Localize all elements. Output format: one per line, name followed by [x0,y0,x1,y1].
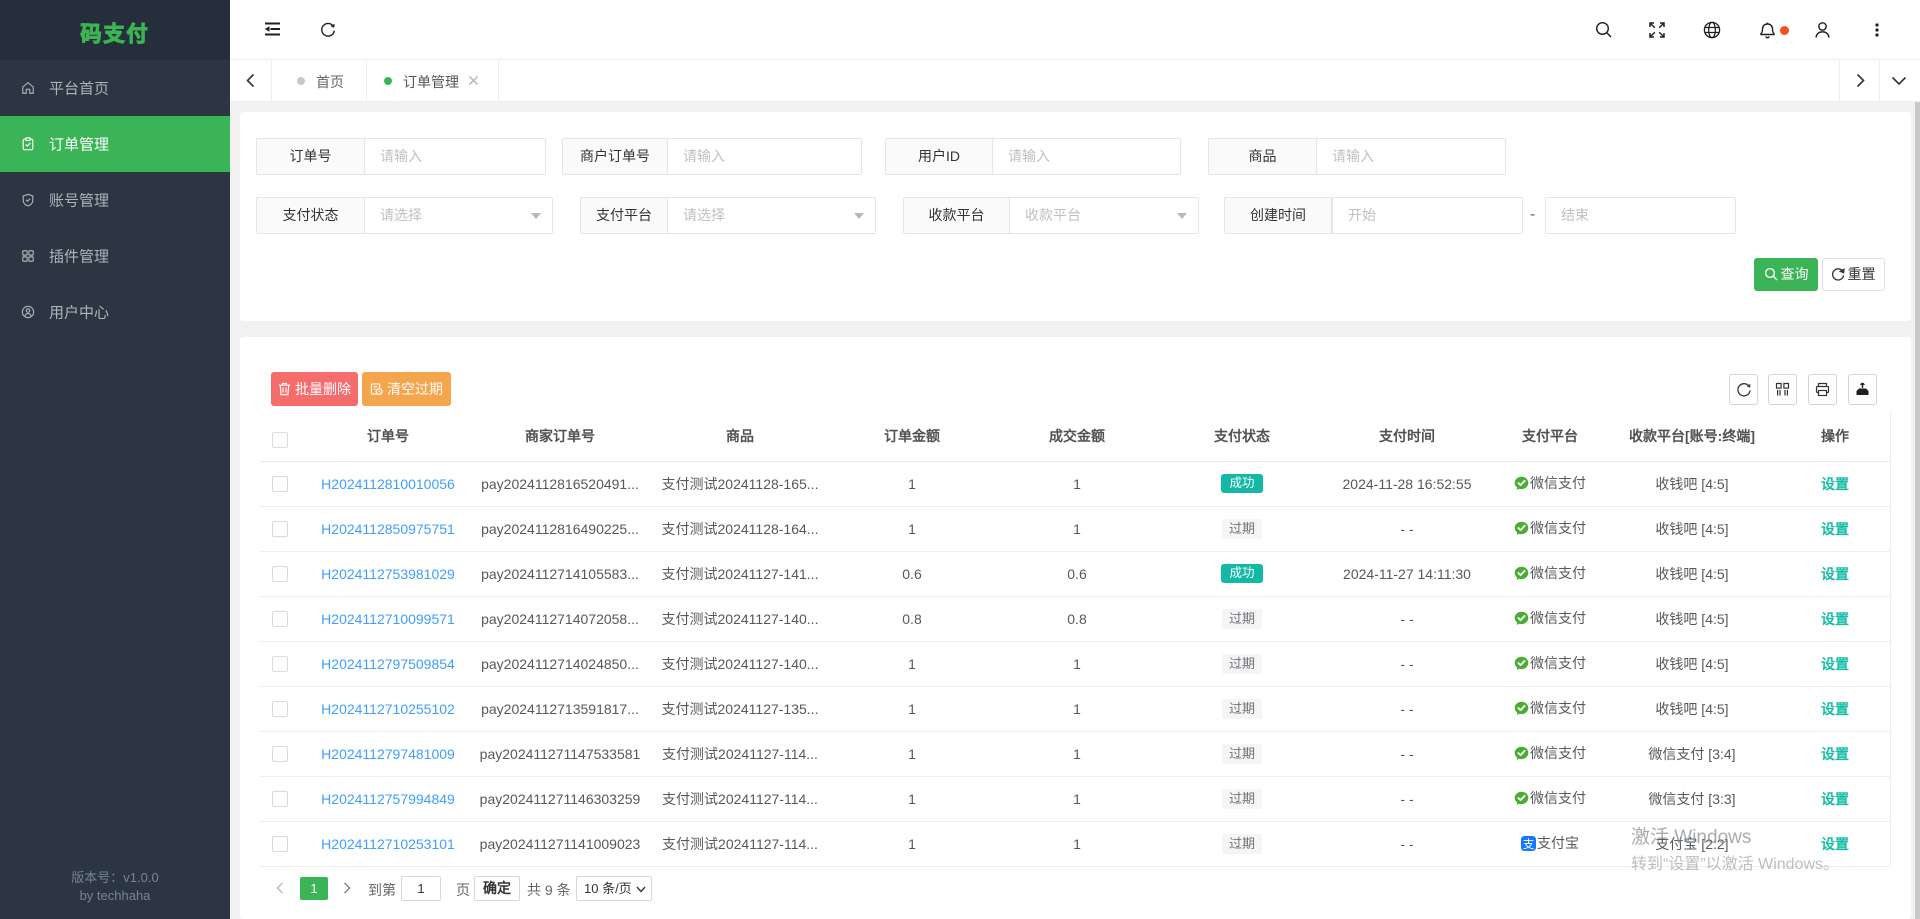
svg-text:支: 支 [1523,838,1535,851]
